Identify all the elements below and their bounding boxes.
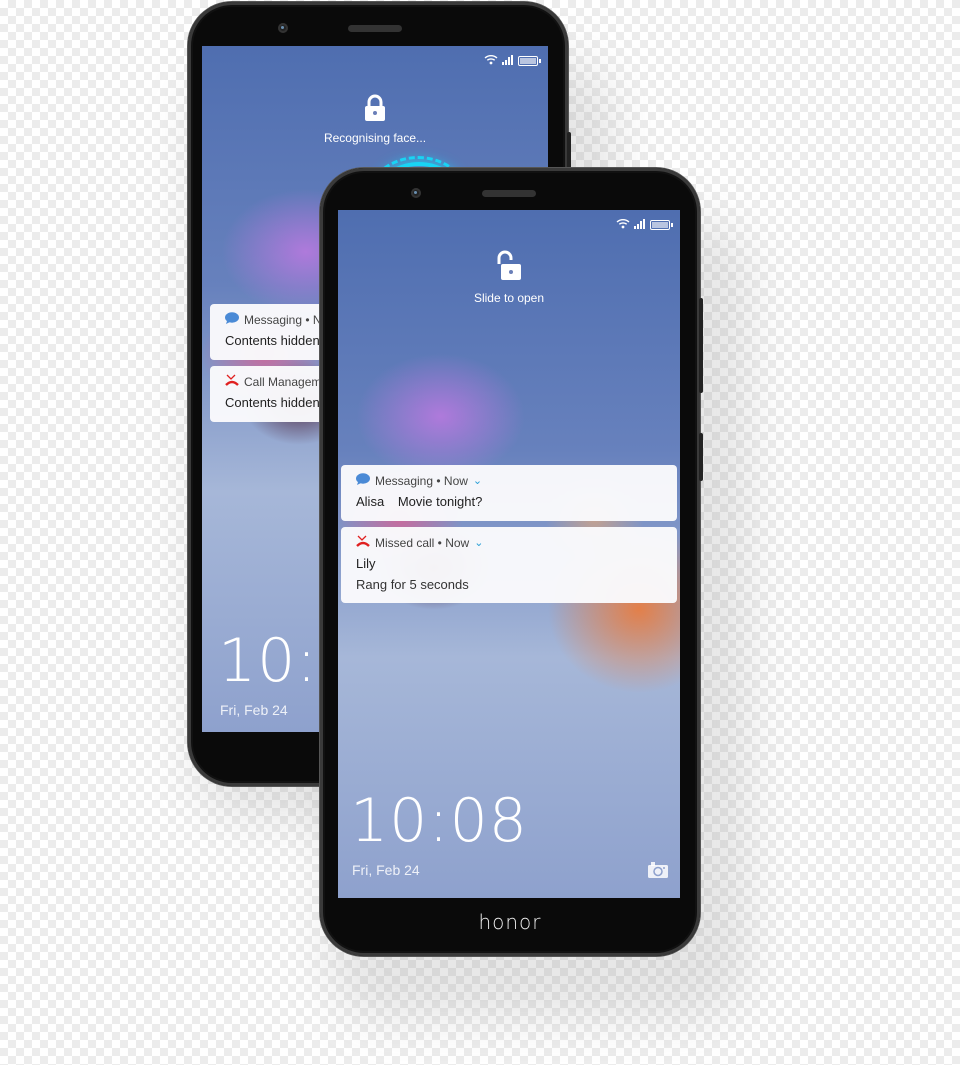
battery-icon (650, 220, 673, 230)
front-camera (278, 23, 288, 33)
lock-status: Recognising face... (202, 94, 548, 145)
front-phone: Slide to open Messaging • Now ⌄ Alisa Mo… (320, 168, 703, 956)
lock-text: Recognising face... (323, 131, 427, 145)
lock-status[interactable]: Slide to open (338, 250, 680, 305)
camera-icon[interactable] (648, 862, 668, 883)
status-bar (616, 218, 673, 232)
lock-date: Fri, Feb 24 (220, 702, 288, 718)
notification-sender: Alisa (356, 494, 385, 509)
brand-logo: honor (478, 910, 542, 934)
lock-open-icon (338, 250, 680, 287)
message-bubble-icon (356, 473, 370, 488)
status-bar (484, 54, 541, 68)
earpiece-speaker (348, 25, 402, 32)
volume-button (699, 298, 703, 393)
battery-icon (518, 56, 541, 66)
lock-closed-icon (202, 94, 548, 127)
wifi-icon (616, 218, 630, 232)
missed-call-icon (225, 374, 239, 389)
notification-app-label: Missed call • Now (375, 535, 470, 550)
notification-message: Rang for 5 seconds (356, 577, 469, 592)
notification-sender: Lily (356, 556, 376, 571)
wifi-icon (484, 54, 498, 68)
expand-chevron-icon[interactable]: ⌄ (473, 474, 482, 487)
power-button (699, 433, 703, 481)
lock-clock: 10:08 (350, 786, 528, 856)
signal-icon (502, 54, 514, 68)
lock-date: Fri, Feb 24 (352, 862, 420, 878)
expand-chevron-icon[interactable]: ⌄ (474, 536, 483, 549)
missed-call-icon (356, 535, 370, 550)
notification-message: Movie tonight? (397, 494, 483, 509)
front-phone-screen: Slide to open Messaging • Now ⌄ Alisa Mo… (338, 210, 680, 898)
front-camera (411, 188, 421, 198)
notification-body: Alisa Movie tonight? (341, 488, 677, 509)
notification-app-label: Messaging • N (244, 312, 322, 327)
lock-text: Slide to open (473, 291, 545, 305)
signal-icon (634, 218, 646, 232)
earpiece-speaker (482, 190, 536, 197)
notification-app-label: Call Managem (244, 374, 322, 389)
notification-card[interactable]: Messaging • Now ⌄ Alisa Movie tonight? (341, 465, 677, 521)
message-bubble-icon (225, 312, 239, 327)
notification-app-label: Messaging • Now (375, 473, 468, 488)
notification-card[interactable]: Missed call • Now ⌄ Lily Rang for 5 seco… (341, 527, 677, 603)
